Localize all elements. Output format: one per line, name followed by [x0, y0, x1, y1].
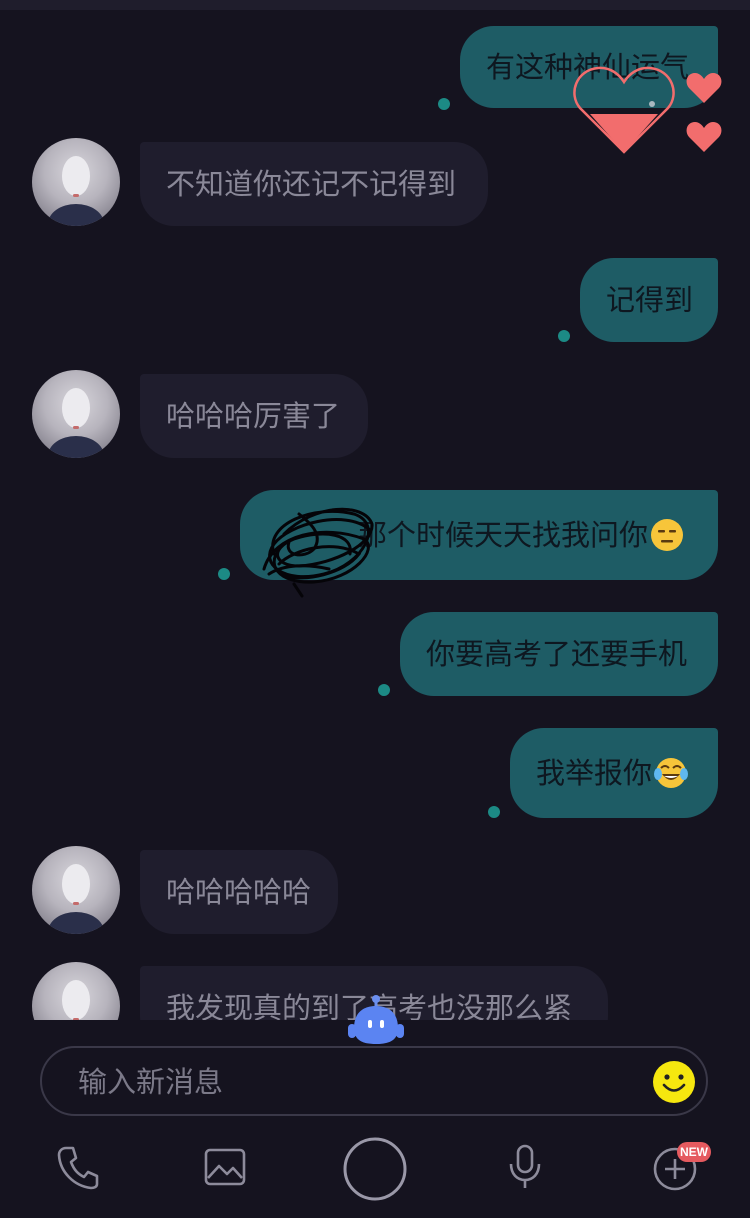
read-indicator-dot: [438, 98, 450, 110]
contact-avatar[interactable]: [32, 962, 120, 1020]
message-text: 记得到: [606, 282, 694, 317]
contact-avatar[interactable]: [32, 846, 120, 934]
message-text: 哈哈哈哈哈: [166, 874, 312, 909]
message-text: 我举报你: [536, 755, 653, 790]
read-indicator-dot: [378, 684, 390, 696]
message-text: 哈哈哈厉害了: [166, 398, 341, 433]
outgoing-message[interactable]: 我举报你: [510, 728, 718, 818]
message-text: 那个时候天天找我问你: [358, 517, 649, 552]
incoming-message[interactable]: 不知道你还记不记得到: [140, 142, 488, 226]
read-indicator-dot: [218, 568, 230, 580]
incoming-message[interactable]: 哈哈哈厉害了: [140, 374, 368, 458]
home-circle-icon[interactable]: [342, 1136, 408, 1202]
message-text: 不知道你还记不记得到: [166, 166, 457, 201]
new-badge: NEW: [677, 1142, 711, 1162]
message-input[interactable]: [76, 1061, 640, 1103]
microphone-icon[interactable]: [508, 1144, 542, 1190]
expressionless-face-emoji: [651, 519, 684, 551]
message-list[interactable]: 有这种神仙运气 不知道你还记不记得到 记得到 哈哈哈厉害了 那个时候天天找我问你: [0, 0, 750, 1020]
heart-small-icon: [686, 73, 722, 103]
phone-icon[interactable]: [56, 1144, 100, 1190]
incoming-message[interactable]: 哈哈哈哈哈: [140, 850, 338, 934]
contact-avatar[interactable]: [32, 370, 120, 458]
read-indicator-dot: [488, 806, 500, 818]
heart-small-icon: [686, 122, 722, 152]
read-indicator-dot: [558, 330, 570, 342]
message-text: 你要高考了还要手机: [426, 636, 688, 671]
image-icon[interactable]: [204, 1148, 246, 1186]
outgoing-message[interactable]: 记得到: [580, 258, 718, 342]
tears-of-joy-emoji: [654, 758, 689, 788]
heart-reaction-icon: [573, 66, 675, 154]
emoji-picker-icon[interactable]: [652, 1060, 696, 1104]
message-composer: [40, 1046, 708, 1116]
redaction-scribble: [262, 507, 374, 598]
contact-avatar[interactable]: [32, 138, 120, 226]
robot-assistant-icon[interactable]: [348, 994, 404, 1048]
outgoing-message[interactable]: 你要高考了还要手机: [400, 612, 718, 696]
